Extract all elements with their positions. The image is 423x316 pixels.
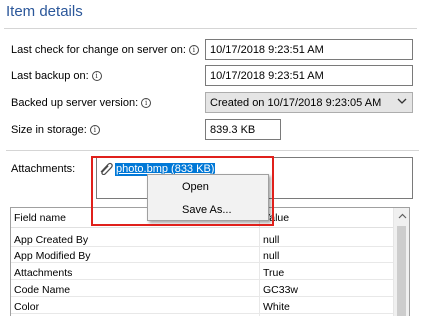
row-value: True <box>263 267 285 279</box>
last-check-label-text: Last check for change on server on: <box>11 44 186 56</box>
last-check-label: Last check for change on server on: i <box>11 43 199 57</box>
row-value: White <box>263 301 290 313</box>
row-field-name: App Created By <box>14 234 89 246</box>
table-row[interactable]: Attachments True <box>11 266 395 280</box>
server-version-value: Created on 10/17/2018 9:23:05 AM <box>210 97 382 109</box>
table-row[interactable]: Color White <box>11 300 395 314</box>
attachments-label: Attachments: <box>11 163 76 175</box>
table-row[interactable]: Code Name GC33w <box>11 283 395 297</box>
last-backup-label-text: Last backup on: <box>11 70 89 82</box>
scrollbar-thumb[interactable] <box>397 226 406 316</box>
size-field[interactable]: 839.3 KB <box>205 119 281 140</box>
last-check-field[interactable]: 10/17/2018 9:23:51 AM <box>205 39 413 60</box>
size-label: Size in storage: i <box>11 123 100 137</box>
row-field-name: App Modified By <box>14 250 91 262</box>
info-icon[interactable]: i <box>91 71 102 81</box>
server-version-label: Backed up server version: i <box>11 96 152 110</box>
section-divider <box>6 150 419 151</box>
row-value: null <box>263 250 280 262</box>
row-field-name: Code Name <box>14 284 71 296</box>
table-row[interactable]: App Modified By null <box>11 249 395 263</box>
row-field-name: Attachments <box>14 267 73 279</box>
server-version-label-text: Backed up server version: <box>11 97 139 109</box>
row-value: null <box>263 234 280 246</box>
info-icon[interactable]: i <box>188 45 199 55</box>
scroll-up-arrow-icon[interactable] <box>394 208 409 224</box>
highlight-annotation <box>91 156 274 226</box>
last-backup-label: Last backup on: i <box>11 69 102 83</box>
info-icon[interactable]: i <box>141 98 152 108</box>
size-label-text: Size in storage: <box>11 124 87 136</box>
vertical-scrollbar[interactable] <box>393 208 409 316</box>
row-value: GC33w <box>263 284 299 296</box>
panel-title: Item details <box>6 3 83 20</box>
row-field-name: Color <box>14 301 40 313</box>
last-backup-field[interactable]: 10/17/2018 9:23:51 AM <box>205 65 413 86</box>
server-version-dropdown[interactable]: Created on 10/17/2018 9:23:05 AM <box>205 92 413 113</box>
chevron-down-icon <box>397 96 407 111</box>
title-divider <box>4 28 417 29</box>
info-icon[interactable]: i <box>89 125 100 135</box>
column-header-field-name[interactable]: Field name <box>14 212 66 224</box>
table-row[interactable]: App Created By null <box>11 233 395 247</box>
